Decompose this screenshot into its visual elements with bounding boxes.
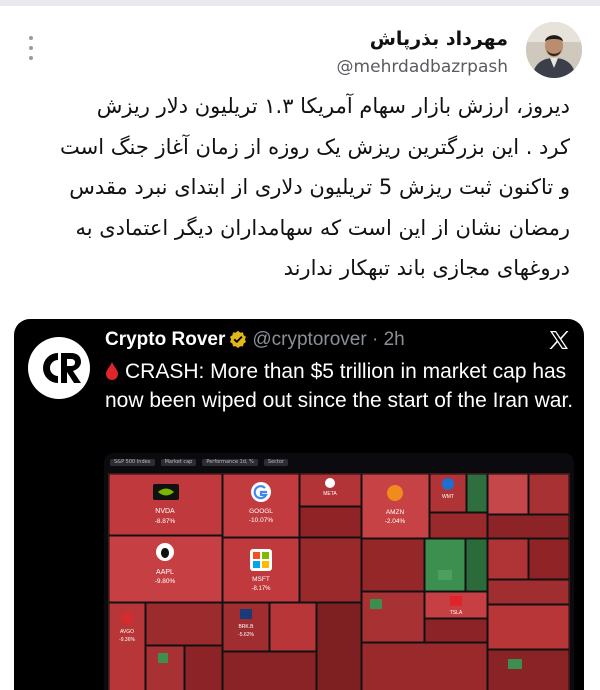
tile-label-googl: GOOGL <box>249 508 273 515</box>
verified-badge-icon <box>229 330 247 354</box>
post-body-line: دیروز، ارزش بازار سهام آمریکا ۱.۳ تریلیو… <box>96 94 570 118</box>
heatmap-tab-index[interactable]: S&P 500 Index <box>110 458 155 466</box>
treemap-cluster <box>487 514 570 539</box>
treemap-cluster <box>222 651 317 690</box>
treemap-cluster <box>487 649 570 690</box>
tile-change-aapl: -9.80% <box>155 578 176 585</box>
red-drop-icon <box>105 359 119 380</box>
treemap-cluster <box>158 653 168 663</box>
tile-label-amzn: AMZN <box>386 509 405 516</box>
tile-label-tsla: TSLA <box>450 610 463 616</box>
treemap-tile-nvda <box>108 473 223 536</box>
treemap-cluster <box>361 538 425 592</box>
tile-change-avgo: -9.36% <box>119 637 135 643</box>
crypto-rover-logo[interactable] <box>28 337 90 399</box>
quoted-post-time: · 2h <box>371 329 405 350</box>
tile-change-googl: -10.07% <box>249 517 273 524</box>
tile-change-nvda: -8.87% <box>155 518 176 525</box>
treemap-cluster <box>424 618 488 643</box>
treemap-cluster <box>145 645 185 690</box>
post-body-line: و تاکنون ثبت ریزش 5 تریلیون دلاری از ابت… <box>69 175 570 199</box>
treemap-cluster <box>465 538 488 592</box>
tile-label-nvda: NVDA <box>155 508 175 515</box>
tile-label-aapl: AAPL <box>156 569 174 576</box>
quoted-post-text: CRASH: More than $5 trillion in market c… <box>105 357 575 415</box>
quoted-author-handle[interactable]: @cryptorover <box>252 329 366 350</box>
post-body-line: رمضان نشان از این است که سهامداران دیگر … <box>75 215 570 240</box>
x-logo-icon[interactable] <box>548 329 570 351</box>
treemap-cluster <box>361 642 488 690</box>
tile-label-avgo: AVGO <box>120 629 134 635</box>
top-strip <box>0 0 600 6</box>
tile-change-brkb: -5.62% <box>238 632 254 638</box>
quoted-author-name[interactable]: Crypto Rover <box>105 329 225 350</box>
treemap-cluster <box>438 570 452 580</box>
heatmap-tab-size[interactable]: Market cap <box>160 458 197 466</box>
treemap-cluster <box>487 604 570 650</box>
heatmap-tab-color[interactable]: Performance 1d, % <box>202 458 258 466</box>
avatar[interactable] <box>526 22 582 78</box>
post-body-line: کرد . این بزرگترین ریزش یک روزه از زمان … <box>59 134 570 159</box>
treemap-cluster <box>487 473 529 515</box>
author-name[interactable]: مهرداد بذرپاش <box>370 28 508 50</box>
more-options-icon[interactable] <box>24 36 38 60</box>
heatmap-tab-group[interactable]: Sector <box>263 458 288 466</box>
treemap-cluster <box>528 538 570 580</box>
quoted-post-header: Crypto Rover @cryptorover · 2h <box>105 329 405 354</box>
quoted-post-text-body: CRASH: More than $5 trillion in market c… <box>105 360 574 412</box>
post-body: دیروز، ارزش بازار سهام آمریکا ۱.۳ تریلیو… <box>22 86 570 289</box>
treemap-cluster <box>487 579 570 605</box>
treemap-cluster <box>508 659 522 669</box>
treemap-cluster <box>269 602 317 652</box>
treemap-cluster <box>184 645 223 690</box>
treemap-cluster <box>299 537 362 603</box>
treemap-cluster <box>316 602 362 690</box>
tile-label-brkb: BRK.B <box>238 624 254 630</box>
market-treemap: NVDA -8.87% GOOGL -10.07% META AMZN -2.0… <box>108 473 570 690</box>
treemap-cluster <box>145 602 223 646</box>
treemap-cluster <box>424 538 466 592</box>
tile-label-wmt: WMT <box>442 494 454 500</box>
quoted-post-card[interactable]: Crypto Rover @cryptorover · 2h CRASH: Mor… <box>14 319 584 690</box>
heatmap-screenshot[interactable]: S&P 500 Index Market cap Performance 1d,… <box>104 453 574 690</box>
post-body-line: دروغهای مجازی باند تبهکار ندارند <box>283 256 570 280</box>
tile-change-msft: -8.17% <box>251 586 271 592</box>
treemap-cluster <box>528 473 570 515</box>
tile-change-amzn: -2.04% <box>385 518 406 525</box>
author-handle[interactable]: @mehrdadbazrpash <box>337 57 508 77</box>
treemap-cluster <box>487 538 529 580</box>
treemap-cluster <box>466 473 488 513</box>
treemap-cluster <box>370 599 382 609</box>
treemap-cluster <box>299 506 362 538</box>
heatmap-toolbar: S&P 500 Index Market cap Performance 1d,… <box>110 457 568 467</box>
treemap-tile-amzn <box>361 473 430 539</box>
treemap-cluster <box>429 512 488 539</box>
tile-label-msft: MSFT <box>252 576 270 583</box>
tile-label-meta: META <box>323 491 337 497</box>
